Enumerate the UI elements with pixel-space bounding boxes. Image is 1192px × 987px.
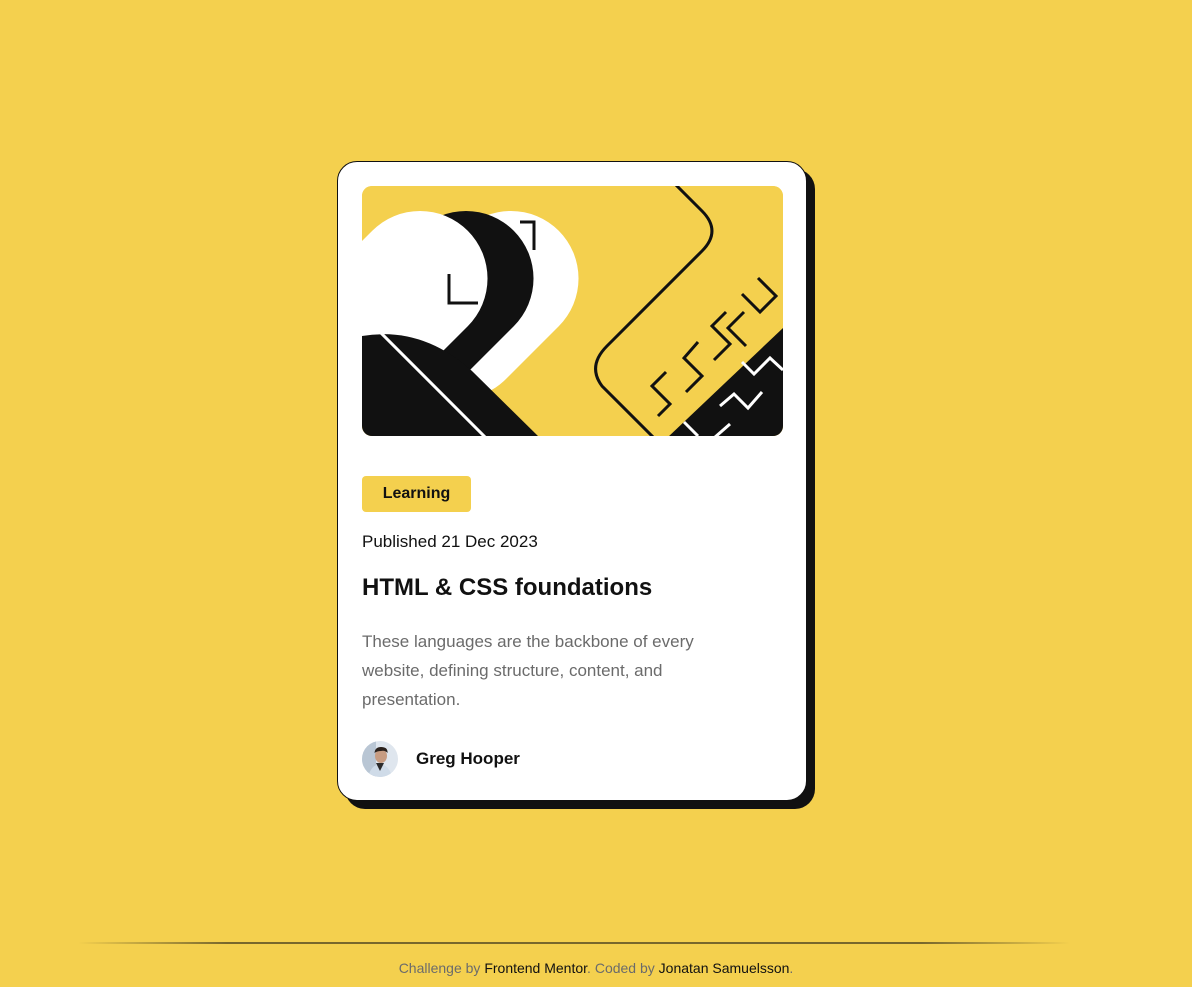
author-name: Greg Hooper [416,749,520,768]
attribution-coded-prefix: Coded by [594,960,655,976]
illustration-image [362,186,783,436]
category-tag: Learning [362,476,471,512]
card-title[interactable]: HTML & CSS foundations [362,574,652,602]
blog-preview-card: Learning Published 21 Dec 2023 HTML & CS… [337,161,807,801]
frontend-mentor-link[interactable]: Frontend Mentor [484,960,587,976]
card-description: These languages are the backbone of ever… [362,632,694,709]
attribution: Challenge by Frontend Mentor. Coded by J… [0,960,1192,976]
attribution-separator: . [587,960,591,976]
attribution-challenge-prefix: Challenge by [398,960,481,976]
footer-divider [78,942,1070,944]
author: Greg Hooper [362,741,520,777]
author-link[interactable]: Jonatan Samuelsson [659,960,790,976]
publish-date: Published 21 Dec 2023 [362,532,538,551]
avatar [362,741,398,777]
attribution-end: . [789,960,794,976]
